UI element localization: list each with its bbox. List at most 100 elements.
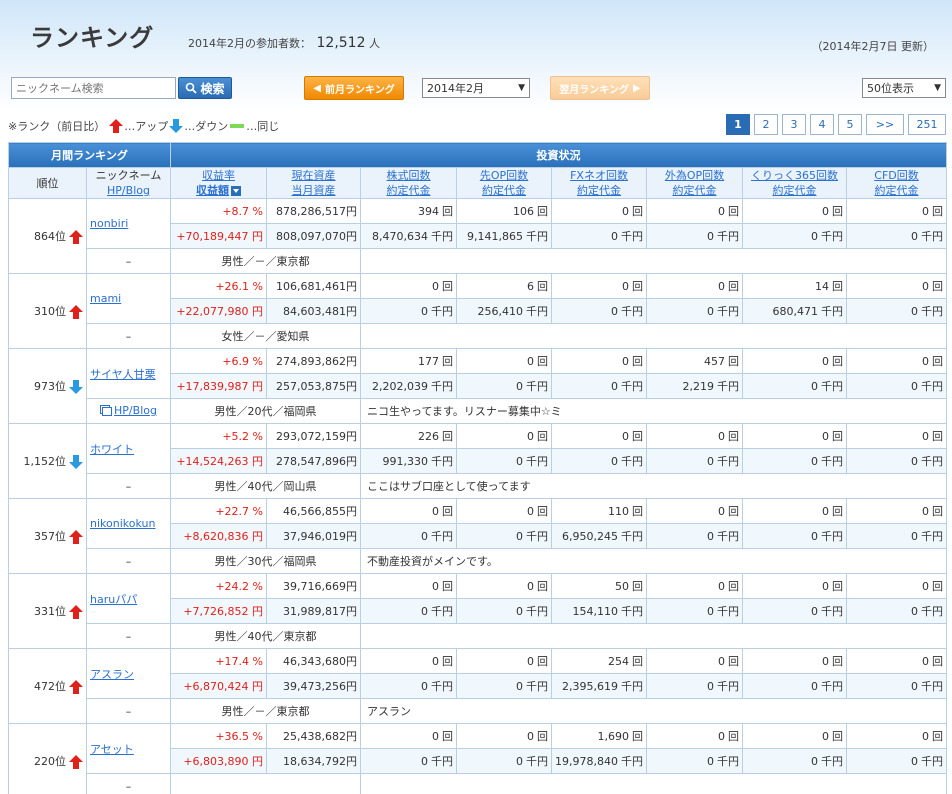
profile-row: –	[9, 773, 948, 794]
unit-amount: 千円	[717, 755, 740, 768]
legend-up: …アップ	[124, 120, 169, 133]
nickname-link[interactable]: アスラン	[90, 668, 134, 681]
rank-cell: 331位	[8, 573, 87, 649]
table-row: 1,152位 ホワイト +5.2 % 293,072,159円 226 回 0 回 0 回 0 回 0 回…	[8, 423, 948, 499]
sort-current-assets[interactable]: 現在資産	[270, 168, 357, 183]
nickname-link[interactable]: haruパパ	[90, 593, 137, 606]
trade-amount: 2,395,619 千円	[551, 673, 648, 699]
return-amount: +7,726,852 円	[170, 598, 268, 624]
page-link[interactable]: 4	[810, 114, 834, 135]
trade-count: 0回	[456, 423, 553, 449]
trade-amount: 0 千円	[360, 298, 458, 324]
trade-count: 106 回	[456, 198, 553, 224]
sort-return-rate[interactable]: 収益率	[174, 168, 263, 183]
unit-amount: 千円	[821, 680, 844, 693]
unit-amount: 千円	[717, 380, 740, 393]
next-page-link[interactable]: >>	[866, 114, 904, 135]
unit-count: 回	[632, 430, 644, 443]
window-icon	[100, 404, 113, 416]
profile-row: – 男性／40代／東京都	[9, 623, 948, 649]
sort-return-amount[interactable]: 収益額	[196, 183, 229, 198]
sort-fxop-amount[interactable]: 約定代金	[650, 183, 739, 198]
unit-count: 回	[537, 430, 549, 443]
trade-amount-value: 0	[516, 680, 524, 693]
rank-cell: 357位	[8, 498, 87, 574]
current-assets: 46,343,680円	[266, 648, 362, 674]
col-stock-header: 株式回数 約定代金	[360, 167, 458, 199]
trade-amount-value: 0	[611, 380, 619, 393]
per-page-select[interactable]: 50位表示 ▼	[862, 78, 946, 98]
table-row: 357位 nikonikokun +22.7 % 46,566,855円 0 回 0 回 110…	[8, 498, 948, 574]
unit-amount: 千円	[621, 380, 644, 393]
col-hpblog-sort[interactable]: HP/Blog	[90, 183, 167, 198]
page-link[interactable]: 2	[754, 114, 778, 135]
trade-count-value: 0	[822, 655, 830, 668]
trade-count-value: 0	[622, 280, 630, 293]
sort-fxop-count[interactable]: 外為OP回数	[650, 168, 739, 183]
rank-legend: ※ランク（前日比） …アップ …ダウン …同じ	[8, 118, 279, 134]
trade-amount: 0 千円	[456, 523, 553, 549]
nickname-link[interactable]: nikonikokun	[90, 517, 155, 530]
next-month-button[interactable]: 翌月ランキング ▶	[550, 76, 650, 100]
sort-click365-count[interactable]: くりっく365回数	[746, 168, 843, 183]
trade-amount: 0 千円	[846, 523, 948, 549]
sort-futures-count[interactable]: 先OP回数	[460, 168, 548, 183]
prev-month-button[interactable]: ◀ 前月ランキング	[304, 76, 404, 100]
unit-amount: 千円	[526, 455, 549, 468]
last-page-link[interactable]: 251	[908, 114, 946, 135]
nickname-link[interactable]: mami	[90, 292, 121, 305]
sort-fx-amount[interactable]: 約定代金	[555, 183, 643, 198]
sort-fx-count[interactable]: FXネオ回数	[555, 168, 643, 183]
page-link[interactable]: 1	[726, 114, 750, 135]
sort-cfd-amount[interactable]: 約定代金	[850, 183, 943, 198]
return-rate: +6.9 %	[170, 348, 268, 374]
sort-month-assets[interactable]: 当月資産	[270, 183, 357, 198]
trade-count-value: 1,690	[597, 730, 630, 743]
sort-stock-amount[interactable]: 約定代金	[364, 183, 453, 198]
trade-count-value: 0	[822, 355, 830, 368]
hp-blog-cell: –	[85, 548, 172, 574]
unit-amount: 千円	[921, 680, 944, 693]
trade-amount: 0 千円	[846, 298, 948, 324]
comment-text	[360, 323, 948, 349]
unit-amount: 千円	[621, 605, 644, 618]
trade-amount: 0 千円	[646, 673, 744, 699]
sort-click365-amount[interactable]: 約定代金	[746, 183, 843, 198]
trade-amount: 9,141,865 千円	[456, 223, 553, 249]
trade-amount: 0 千円	[742, 448, 848, 474]
trade-amount-value: 0	[516, 455, 524, 468]
month-select[interactable]: 2014年2月 ▼	[422, 78, 530, 98]
hp-blog-link[interactable]: HP/Blog	[100, 404, 157, 417]
trade-count-value: 106	[513, 205, 535, 218]
trade-count-value: 0	[922, 580, 930, 593]
return-rate: +8.7 %	[170, 198, 268, 224]
unit-count: 回	[442, 280, 454, 293]
trade-amount: 0 千円	[360, 523, 458, 549]
rank-value: 1,152位	[23, 455, 67, 468]
trade-count: 0回	[742, 573, 848, 599]
nickname-link[interactable]: アセット	[90, 743, 134, 756]
search-input[interactable]	[11, 77, 176, 99]
nickname-link[interactable]: nonbiri	[90, 217, 128, 230]
month-assets: 84,603,481円	[266, 298, 362, 324]
table-row: 973位 サイヤ人甘栗 +6.9 % 274,893,862円 177 回 0 回 0 回 457 回…	[8, 348, 948, 424]
trade-count-value: 0	[432, 730, 440, 743]
trade-amount: 0 千円	[456, 673, 553, 699]
unit-count: 回	[932, 355, 944, 368]
page-link[interactable]: 5	[838, 114, 862, 135]
nickname-link[interactable]: ホワイト	[90, 443, 134, 456]
search-button[interactable]: 検索	[178, 77, 232, 99]
trade-amount: 0 千円	[456, 748, 553, 774]
trade-amount: 0 千円	[846, 373, 948, 399]
nickname-cell: nikonikokun	[85, 498, 172, 549]
arrow-up-icon	[69, 530, 83, 544]
trade-count: 394 回	[360, 198, 458, 224]
sort-cfd-count[interactable]: CFD回数	[850, 168, 943, 183]
nickname-link[interactable]: サイヤ人甘栗	[90, 368, 156, 381]
trade-count-value: 0	[527, 580, 535, 593]
trade-count: 0回	[846, 723, 948, 749]
sort-futures-amount[interactable]: 約定代金	[460, 183, 548, 198]
unit-amount: 千円	[717, 605, 740, 618]
page-link[interactable]: 3	[782, 114, 806, 135]
sort-stock-count[interactable]: 株式回数	[364, 168, 453, 183]
